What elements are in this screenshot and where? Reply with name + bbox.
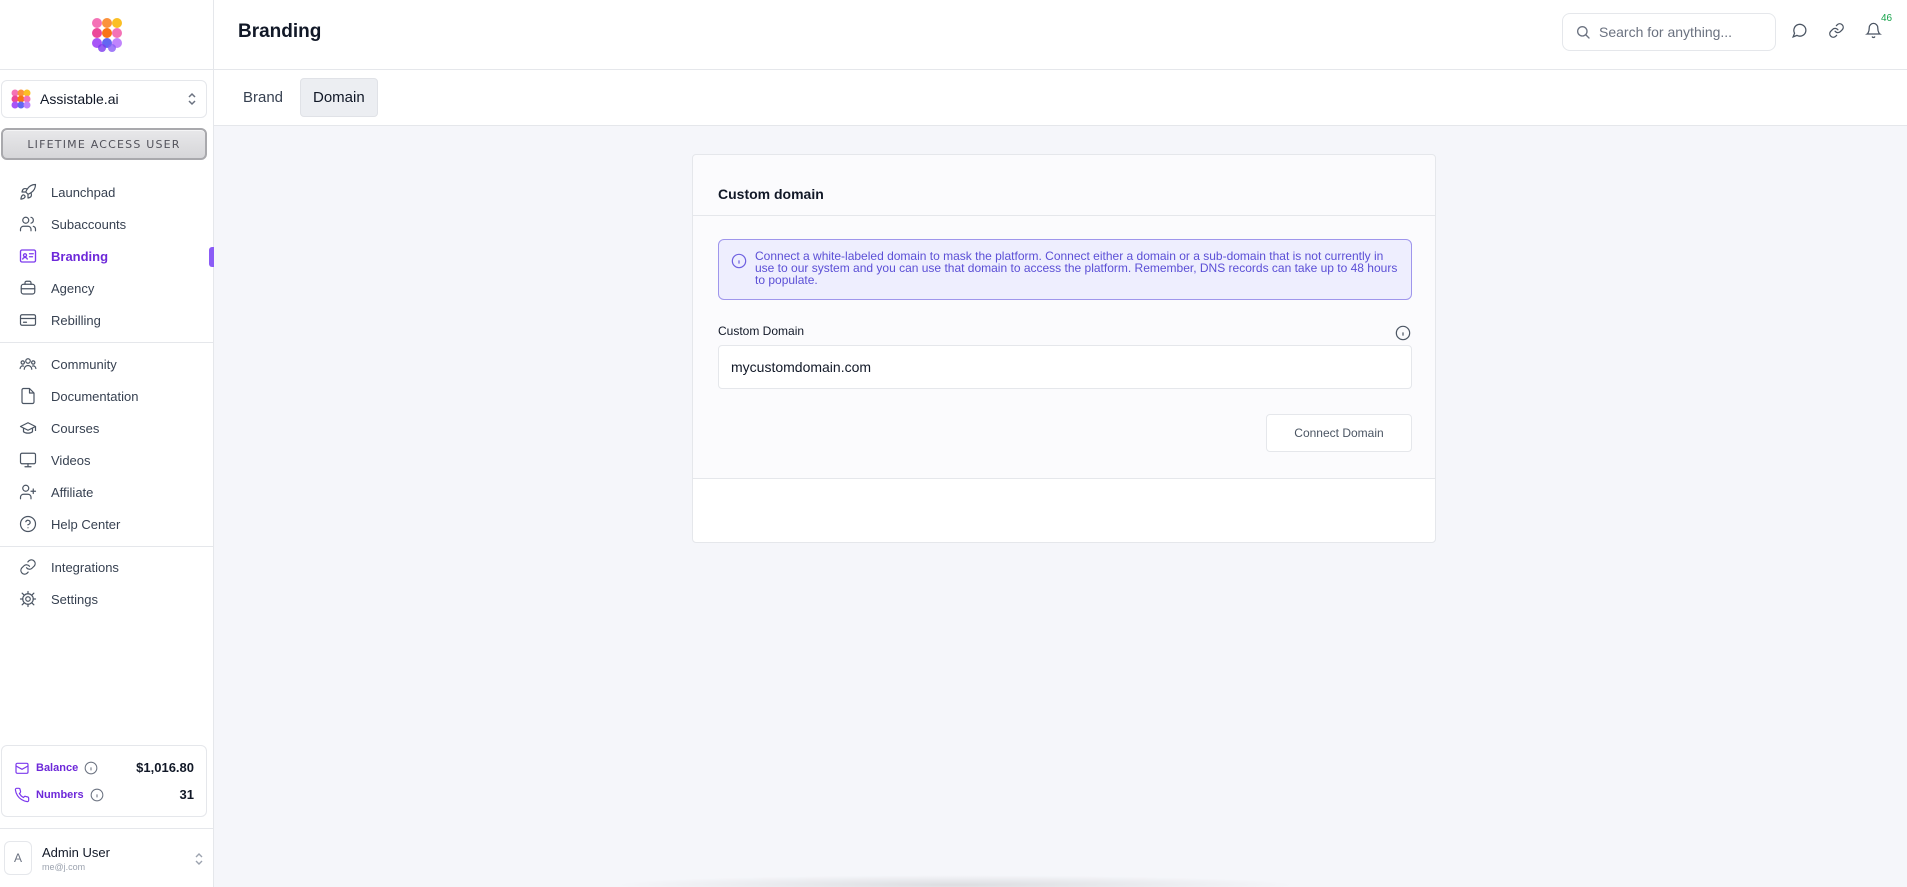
tab-bar: Brand Domain — [214, 70, 1907, 126]
link-button[interactable] — [1826, 20, 1846, 40]
search-icon — [1577, 26, 1590, 39]
card-title: Custom domain — [718, 186, 824, 202]
link-icon — [18, 557, 38, 577]
credit-card-icon — [18, 310, 38, 330]
balance-panel: Balance $1,016.80 Numbers 31 — [1, 745, 207, 817]
bottom-shadow — [610, 875, 1300, 887]
user-email: me@j.com — [42, 861, 86, 872]
user-plus-icon — [18, 482, 38, 502]
wallet-icon — [15, 762, 29, 774]
sidebar-item-label: Videos — [51, 452, 91, 468]
phone-icon — [14, 787, 30, 802]
sidebar-item-help-center[interactable]: Help Center — [0, 508, 214, 540]
balance-row[interactable]: Balance $1,016.80 — [14, 754, 194, 781]
numbers-row[interactable]: Numbers 31 — [14, 781, 194, 808]
user-info: Admin User me@j.com — [42, 845, 110, 872]
sidebar-nav-main: Launchpad Subaccounts Branding Agency Re… — [0, 176, 214, 336]
numbers-value: 31 — [179, 787, 194, 802]
sidebar-item-community[interactable]: Community — [0, 348, 214, 380]
tab-domain[interactable]: Domain — [300, 78, 378, 117]
sidebar-item-launchpad[interactable]: Launchpad — [0, 176, 214, 208]
bell-icon — [1864, 22, 1882, 38]
briefcase-icon — [18, 278, 38, 298]
search-box[interactable] — [1562, 13, 1776, 51]
workspace-switcher[interactable]: Assistable.ai — [1, 80, 207, 118]
sidebar-item-label: Community — [51, 356, 117, 372]
sidebar-item-subaccounts[interactable]: Subaccounts — [0, 208, 214, 240]
alert-text: Connect a white-labeled domain to mask t… — [755, 249, 1398, 287]
graduation-cap-icon — [18, 418, 38, 438]
top-header: Branding 46 — [214, 0, 1907, 70]
sidebar-item-label: Affiliate — [51, 484, 94, 500]
balance-label: Balance — [36, 761, 79, 774]
sidebar-item-label: Integrations — [51, 559, 119, 575]
sidebar-divider — [0, 342, 214, 343]
rocket-icon — [18, 182, 38, 202]
card-footer — [693, 479, 1435, 542]
sidebar-item-label: Help Center — [51, 516, 121, 532]
custom-domain-input[interactable] — [718, 345, 1412, 389]
sidebar-item-label: Subaccounts — [51, 216, 127, 232]
app-logo[interactable] — [89, 17, 125, 53]
sidebar-item-label: Documentation — [51, 388, 139, 404]
avatar: A — [4, 841, 32, 875]
page-title: Branding — [238, 21, 322, 42]
sidebar-item-settings[interactable]: Settings — [0, 583, 214, 615]
lifetime-access-badge: LIFETIME ACCESS USER — [1, 128, 207, 160]
chat-bubble-icon — [1791, 23, 1807, 38]
sidebar: Assistable.ai LIFETIME ACCESS USER Launc… — [0, 0, 214, 887]
search-input[interactable] — [1599, 24, 1759, 40]
sidebar-item-courses[interactable]: Courses — [0, 412, 214, 444]
workspace-name: Assistable.ai — [40, 91, 119, 107]
link-icon — [1828, 22, 1844, 38]
info-icon[interactable] — [1395, 325, 1411, 341]
numbers-label: Numbers — [36, 788, 84, 801]
sidebar-divider — [0, 546, 214, 547]
info-icon[interactable] — [84, 761, 98, 775]
chevron-up-down-icon — [188, 92, 196, 106]
info-alert: Connect a white-labeled domain to mask t… — [718, 239, 1412, 300]
sidebar-item-label: Agency — [51, 280, 95, 296]
tab-brand[interactable]: Brand — [231, 78, 295, 117]
notification-count-badge: 46 — [1881, 13, 1893, 24]
sidebar-item-label: Branding — [51, 248, 109, 264]
workspace-logo-icon — [11, 89, 31, 109]
gear-icon — [18, 589, 38, 609]
sidebar-nav-system: Integrations Settings — [0, 551, 214, 615]
sidebar-item-rebilling[interactable]: Rebilling — [0, 304, 214, 336]
sidebar-item-integrations[interactable]: Integrations — [0, 551, 214, 583]
users-icon — [18, 214, 38, 234]
file-icon — [18, 386, 38, 406]
balance-value: $1,016.80 — [136, 760, 194, 775]
sidebar-item-videos[interactable]: Videos — [0, 444, 214, 476]
sidebar-item-label: Courses — [51, 420, 100, 436]
sidebar-item-agency[interactable]: Agency — [0, 272, 214, 304]
user-menu[interactable]: A Admin User me@j.com — [0, 828, 214, 887]
card-divider — [693, 215, 1435, 216]
connect-domain-button[interactable]: Connect Domain — [1266, 414, 1412, 452]
chat-button[interactable] — [1789, 20, 1809, 40]
chevron-up-down-icon — [195, 853, 203, 865]
info-icon[interactable] — [90, 788, 104, 802]
info-icon — [731, 253, 747, 269]
help-circle-icon — [18, 514, 38, 534]
sidebar-nav-resources: Community Documentation Courses Videos A… — [0, 348, 214, 540]
sidebar-item-documentation[interactable]: Documentation — [0, 380, 214, 412]
custom-domain-label: Custom Domain — [718, 324, 805, 338]
sidebar-item-branding[interactable]: Branding — [0, 240, 214, 272]
notifications-button[interactable] — [1863, 20, 1883, 40]
community-icon — [18, 354, 38, 374]
sidebar-item-affiliate[interactable]: Affiliate — [0, 476, 214, 508]
id-card-icon — [18, 246, 38, 266]
monitor-icon — [18, 450, 38, 470]
sidebar-item-label: Launchpad — [51, 184, 116, 200]
custom-domain-card: Custom domain Connect a white-labeled do… — [692, 154, 1436, 543]
user-name: Admin User — [42, 844, 110, 860]
sidebar-item-label: Rebilling — [51, 312, 101, 328]
logo-area — [0, 0, 213, 70]
sidebar-item-label: Settings — [51, 591, 98, 607]
